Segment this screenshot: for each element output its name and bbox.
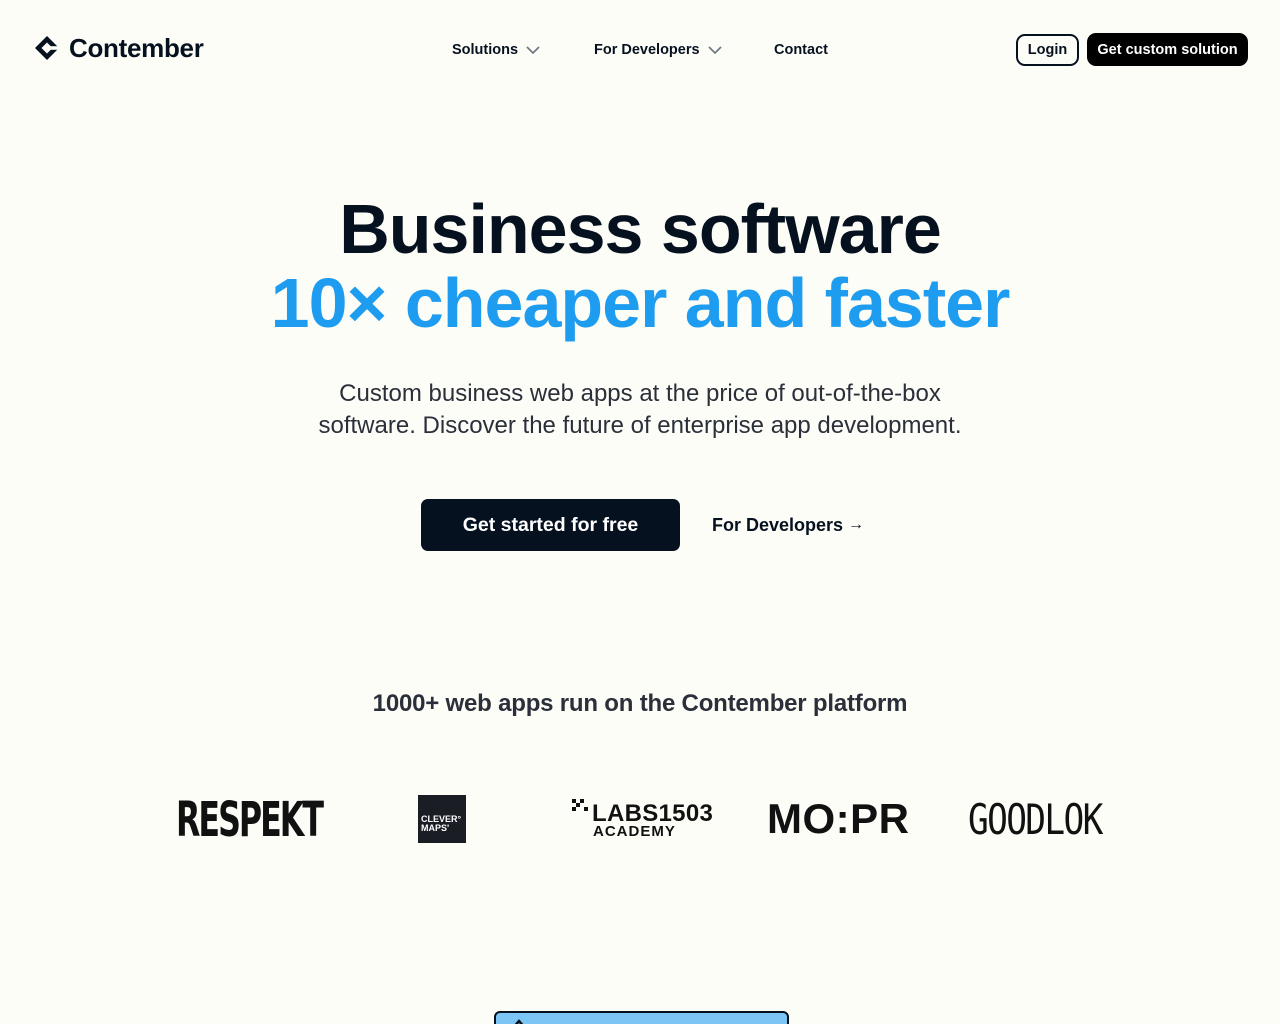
brand-logo-link[interactable]: Contember — [34, 33, 204, 63]
for-developers-link-label: For Developers — [712, 515, 844, 535]
hero-title-line1: Business software — [339, 190, 942, 268]
bottom-banner[interactable] — [494, 1011, 789, 1024]
respekt-logo: RESPEKT — [176, 792, 324, 848]
hero-title: Business software 10× cheaper and faster — [0, 192, 1280, 340]
site-header: Contember Solutions For Developers Conta… — [0, 0, 1280, 100]
nav-item-solutions[interactable]: Solutions — [452, 38, 540, 62]
nav-item-for-developers[interactable]: For Developers — [594, 38, 722, 62]
nav-item-label: Contact — [774, 42, 828, 58]
labs1503-logo-line2: ACADEMY — [593, 823, 676, 840]
page: Contember Solutions For Developers Conta… — [0, 0, 1280, 1024]
get-custom-solution-button[interactable]: Get custom solution — [1087, 33, 1248, 66]
hero-subtitle: Custom business web apps at the price of… — [318, 380, 962, 439]
nav-item-label: Solutions — [452, 42, 519, 58]
clevermaps-logo: CLEVER° MAPS' — [418, 795, 466, 843]
for-developers-link[interactable]: For Developers → — [712, 512, 864, 538]
chevron-up-icon — [514, 1019, 524, 1024]
login-button[interactable]: Login — [1016, 34, 1079, 66]
mopr-logo: MO:PR — [767, 795, 910, 842]
get-started-button[interactable]: Get started for free — [421, 499, 680, 551]
chevron-down-icon — [708, 46, 722, 54]
nav-item-label: For Developers — [594, 42, 700, 58]
labs1503-logo: LABS1503 ACADEMY — [572, 799, 713, 843]
trust-heading: 1000+ web apps run on the Contember plat… — [372, 690, 908, 717]
labs-dots-icon — [572, 799, 590, 813]
arrow-right-icon: → — [848, 516, 865, 533]
hero-title-line2: 10× cheaper and faster — [270, 264, 1011, 342]
clevermaps-logo-line2: MAPS' — [421, 823, 450, 833]
contember-logo-icon — [35, 36, 60, 60]
brand-name: Contember — [69, 33, 204, 63]
chevron-down-icon — [526, 46, 540, 54]
goodlok-logo: GOODLOK — [968, 795, 1103, 844]
nav-item-contact[interactable]: Contact — [774, 38, 828, 62]
